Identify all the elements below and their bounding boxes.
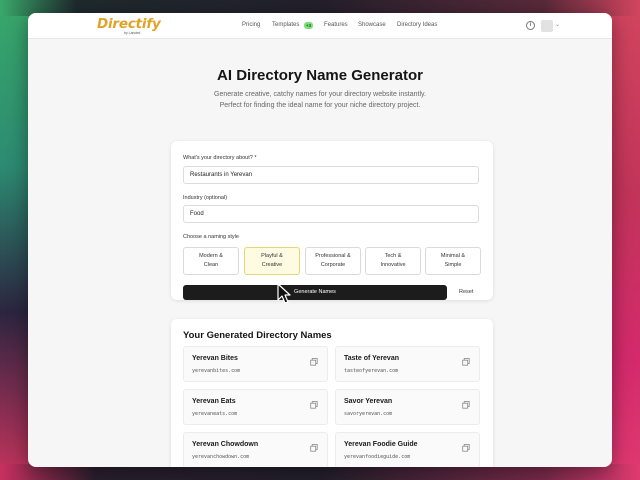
name-result-item[interactable]: Taste of Yerevan tasteofyerevan.com [335,346,480,382]
page-title: AI Directory Name Generator [217,67,423,84]
copy-icon[interactable] [310,401,318,409]
logo-subtitle: by Landed [124,31,141,35]
templates-badge: +3 [304,21,313,29]
style-option-professional[interactable]: Professional & Corporate [305,247,361,275]
info-icon[interactable]: i [526,21,535,30]
style-option-line2: Simple [444,262,462,268]
result-domain: tasteofyerevan.com [344,368,399,374]
style-option-line1: Modern & [199,253,223,259]
reset-button[interactable]: Reset [459,289,473,295]
nav-link-features[interactable]: Features [324,22,348,28]
result-domain: yerevaneats.com [192,411,238,417]
style-option-tech[interactable]: Tech & Innovative [365,247,421,275]
about-label: What's your directory about? * [183,155,257,161]
name-result-item[interactable]: Yerevan Bites yerevanbites.com [183,346,328,382]
style-option-line2: Corporate [320,262,346,268]
naming-style-label: Choose a naming style [183,234,239,240]
nav-link-pricing[interactable]: Pricing [242,22,260,28]
style-option-line1: Professional & [315,253,351,259]
result-name: Taste of Yerevan [344,355,399,362]
result-domain: yerevanfoodieguide.com [344,454,411,460]
generator-form-card: What's your directory about? * Restauran… [171,141,493,300]
result-domain: savoryerevan.com [344,411,393,417]
style-option-line1: Playful & [261,253,283,259]
copy-icon[interactable] [310,444,318,452]
industry-input[interactable]: Food [183,205,479,223]
name-result-item[interactable]: Yerevan Eats yerevaneats.com [183,389,328,425]
page-subtitle-line2: Perfect for finding the ideal name for y… [219,102,421,109]
chevron-down-icon[interactable]: ⌄ [555,21,560,28]
name-result-item[interactable]: Yerevan Foodie Guide yerevanfoodieguide.… [335,432,480,467]
result-name: Yerevan Foodie Guide [344,441,418,448]
copy-icon[interactable] [310,358,318,366]
result-domain: yerevanchowdown.com [192,454,250,460]
copy-icon[interactable] [462,444,470,452]
top-navbar: Directify by Landed Pricing Templates +3… [28,13,612,39]
result-name: Savor Yerevan [344,398,393,405]
nav-link-showcase[interactable]: Showcase [358,22,386,28]
style-option-playful[interactable]: Playful & Creative [244,247,300,275]
copy-icon[interactable] [462,358,470,366]
industry-label: Industry (optional) [183,195,228,201]
nav-link-templates[interactable]: Templates [272,22,299,28]
generate-names-button[interactable]: Generate Names [183,285,447,300]
result-name: Yerevan Eats [192,398,236,405]
nav-link-directory-ideas[interactable]: Directory Ideas [397,22,437,28]
logo[interactable]: Directify [97,16,161,32]
browser-window: Directify by Landed Pricing Templates +3… [28,13,612,467]
style-option-line2: Clean [203,262,219,268]
style-option-modern[interactable]: Modern & Clean [183,247,239,275]
style-option-line2: Creative [261,262,283,268]
style-option-line1: Tech & [384,253,402,259]
result-name: Yerevan Bites [192,355,238,362]
style-option-line1: Minimal & [440,253,466,259]
result-domain: yerevanbites.com [192,368,241,374]
page-subtitle-line1: Generate creative, catchy names for your… [214,91,426,98]
style-option-line2: Innovative [380,262,406,268]
name-result-item[interactable]: Yerevan Chowdown yerevanchowdown.com [183,432,328,467]
about-input[interactable]: Restaurants in Yerevan [183,166,479,184]
name-result-item[interactable]: Savor Yerevan savoryerevan.com [335,389,480,425]
result-name: Yerevan Chowdown [192,441,259,448]
results-card: Your Generated Directory Names Yerevan B… [171,319,493,467]
style-option-minimal[interactable]: Minimal & Simple [425,247,481,275]
copy-icon[interactable] [462,401,470,409]
results-title: Your Generated Directory Names [183,330,332,341]
mouse-pointer-icon [277,283,291,304]
avatar[interactable] [541,20,553,32]
